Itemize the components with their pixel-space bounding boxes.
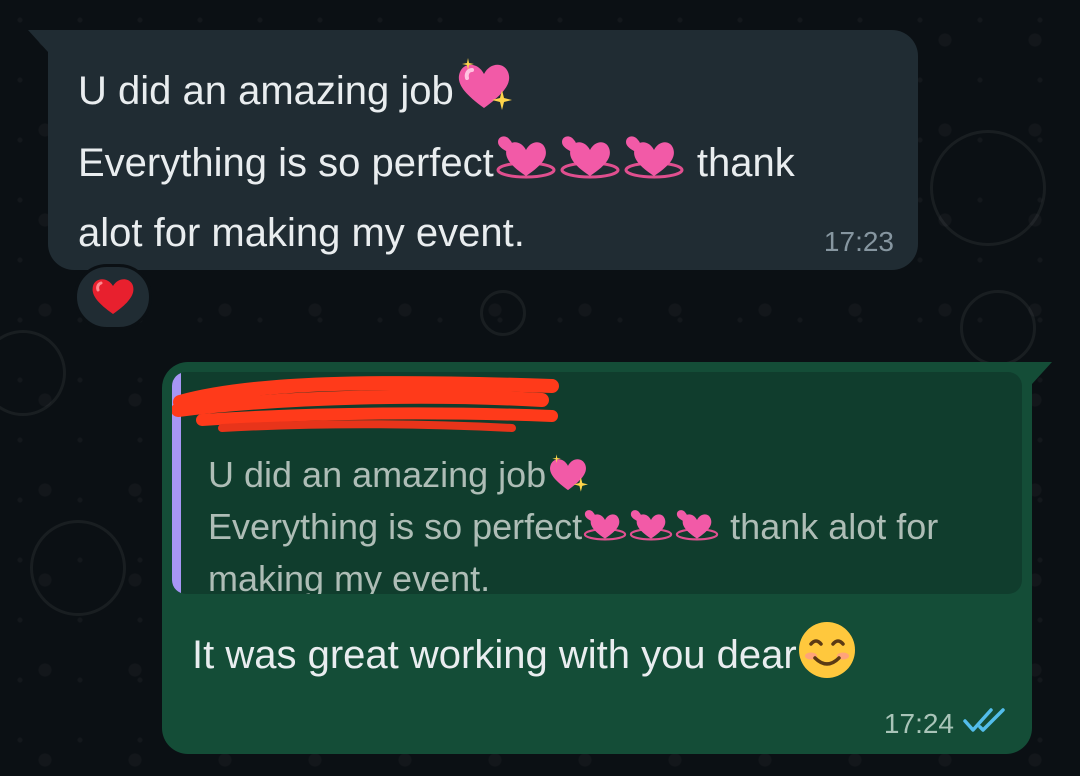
revolving-hearts-icon: [558, 130, 622, 202]
revolving-hearts-icon: [674, 505, 720, 556]
double-check-read-icon: [962, 705, 1008, 742]
smiling-face-icon: [797, 620, 857, 695]
outgoing-message-text: It was great working with you dear: [192, 620, 1012, 695]
revolving-hearts-icon: [622, 130, 686, 202]
wallpaper-doodle: [30, 520, 126, 616]
wallpaper-doodle: [0, 330, 66, 416]
incoming-line-3: alot for making my event.: [78, 211, 525, 255]
revolving-hearts-icon: [494, 130, 558, 202]
incoming-line-1: U did an amazing job: [78, 69, 454, 113]
sparkling-heart-icon: [454, 56, 514, 130]
message-reaction[interactable]: [74, 264, 152, 330]
sparkling-heart-icon: [546, 453, 590, 504]
incoming-timestamp: 17:23: [823, 226, 894, 257]
quote-author-redacted: [172, 372, 572, 442]
chat-background: U did an amazing job Everything is so pe…: [0, 0, 1080, 776]
quote-line-3: making my event.: [208, 558, 491, 594]
outgoing-message-bubble[interactable]: U did an amazing job Everything is so pe…: [162, 362, 1052, 754]
outgoing-timestamp: 17:24: [883, 707, 954, 739]
incoming-message-bubble[interactable]: U did an amazing job Everything is so pe…: [28, 30, 918, 270]
quote-line-1: U did an amazing job: [208, 454, 547, 495]
quote-line-2: Everything is so perfect: [208, 506, 583, 547]
revolving-hearts-icon: [628, 505, 674, 556]
redaction-scribble: [172, 376, 559, 432]
wallpaper-doodle: [480, 290, 526, 336]
revolving-hearts-icon: [582, 505, 628, 556]
quote-line-2-end: thank alot for: [720, 506, 939, 547]
incoming-line-2-end: thank: [685, 141, 795, 185]
wallpaper-doodle: [960, 290, 1036, 366]
outgoing-meta: 17:24: [884, 705, 1008, 742]
quoted-message[interactable]: U did an amazing job Everything is so pe…: [172, 372, 1022, 594]
outgoing-message-body: It was great working with you dear: [192, 633, 797, 677]
incoming-line-2: Everything is so perfect: [78, 141, 494, 185]
wallpaper-doodle: [930, 130, 1046, 246]
incoming-message-text: U did an amazing job Everything is so pe…: [78, 56, 898, 264]
quoted-message-text: U did an amazing job Everything is so pe…: [208, 452, 1008, 594]
red-heart-icon: [90, 274, 136, 321]
